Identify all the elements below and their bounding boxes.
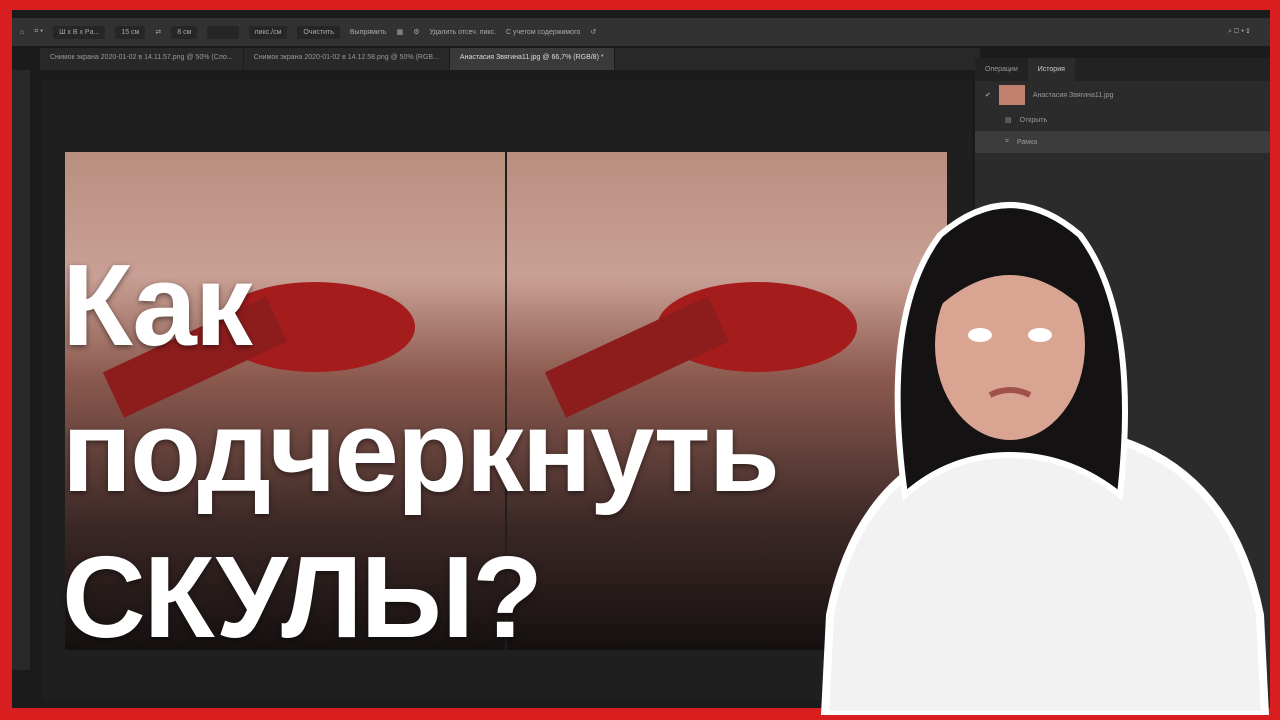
units-select[interactable]: пикс./см xyxy=(248,25,288,39)
reset-icon[interactable]: ↺ xyxy=(590,28,596,36)
title-line-2: подчеркнуть xyxy=(62,386,780,516)
tab-history[interactable]: История xyxy=(1027,58,1075,81)
snapshot-thumbnail xyxy=(998,85,1025,105)
tab-document-2[interactable]: Снимок экрана 2020-01-02 в 14.12.58.png … xyxy=(244,48,450,70)
tab-document-3[interactable]: Анастасия Звягина11.jpg @ 66,7% (RGB/8) … xyxy=(449,48,615,70)
history-snapshot[interactable]: ✔ Анастасия Звягина11.jpg xyxy=(975,81,1270,109)
person-photo xyxy=(820,202,1270,715)
history-item-label: Анастасия Звягина11.jpg xyxy=(1032,91,1114,99)
title-line-1: Как xyxy=(62,240,253,370)
thumbnail-title: Как подчеркнуть СКУЛЫ? xyxy=(62,232,780,670)
crop-icon[interactable]: ⌗ ▾ xyxy=(34,28,43,36)
document-tabs: Снимок экрана 2020-01-02 в 14.11.57.png … xyxy=(40,48,980,70)
tools-panel[interactable] xyxy=(12,70,30,670)
resolution-input[interactable] xyxy=(207,25,239,39)
clear-button[interactable]: Очистить xyxy=(297,25,340,39)
check-icon: ✔ xyxy=(985,92,991,99)
history-item-label: Рамка xyxy=(1016,138,1038,146)
tab-actions[interactable]: Операции xyxy=(975,58,1028,81)
width-input[interactable]: 15 см xyxy=(115,25,146,39)
search-icon[interactable]: ⌕ ▢ ▾ ⇪ xyxy=(1228,28,1270,36)
tab-document-1[interactable]: Снимок экрана 2020-01-02 в 14.11.57.png … xyxy=(40,48,244,70)
history-item-label: Открыть xyxy=(1019,116,1048,124)
delete-cropped-checkbox[interactable]: Удалить отсеч. пикс. xyxy=(429,29,496,36)
gear-icon[interactable]: ⚙ xyxy=(413,28,419,36)
history-item[interactable]: ⌗ Рамка xyxy=(975,131,1270,153)
content-aware-checkbox[interactable]: С учетом содержимого xyxy=(506,29,580,36)
straighten-button[interactable]: Выпрямить xyxy=(350,29,387,36)
document-icon: ▤ xyxy=(1005,117,1012,124)
grid-icon[interactable]: ▦ xyxy=(397,28,404,36)
swap-icon[interactable]: ⇄ xyxy=(155,28,161,36)
options-bar: ⌂ ⌗ ▾ Ш x В x Рa... 15 см ⇄ 8 см пикс./с… xyxy=(12,18,1270,46)
crop-icon: ⌗ xyxy=(1005,138,1009,145)
history-item[interactable]: ▤ Открыть xyxy=(975,109,1270,131)
home-icon[interactable]: ⌂ xyxy=(20,29,24,36)
title-line-3: СКУЛЫ? xyxy=(62,532,543,662)
ratio-select[interactable]: Ш x В x Рa... xyxy=(53,25,106,39)
height-input[interactable]: 8 см xyxy=(171,25,198,39)
